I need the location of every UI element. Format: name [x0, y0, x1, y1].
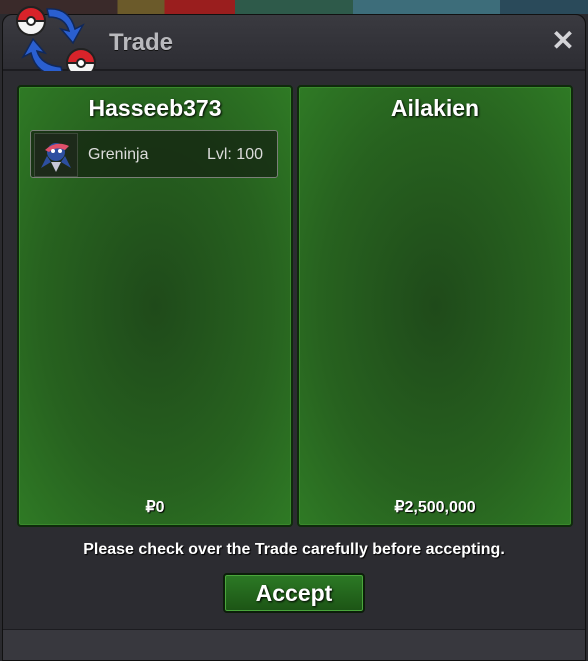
close-button[interactable]: ✕: [549, 27, 577, 55]
right-money: ₽2,500,000: [394, 499, 476, 516]
trade-logo-icon: [15, 6, 97, 78]
right-trade-panel: Ailakien ₽2,500,000: [297, 85, 573, 527]
left-player-name: Hasseeb373: [88, 95, 222, 121]
item-name: Greninja: [88, 146, 149, 163]
trade-item-slot[interactable]: Greninja Lvl: 100: [30, 130, 278, 178]
trade-notice: Please check over the Trade carefully be…: [83, 541, 505, 558]
left-trade-panel: Hasseeb373 Greninja Lvl: 100 ₽0: [17, 85, 293, 527]
right-player-name: Ailakien: [390, 95, 480, 121]
window-footer: [3, 629, 585, 660]
window-title: Trade: [109, 29, 174, 56]
left-money: ₽0: [145, 499, 165, 516]
greninja-sprite-icon: [34, 133, 78, 177]
accept-button[interactable]: Accept: [223, 573, 365, 613]
trade-body: Hasseeb373 Greninja Lvl: 100 ₽0 Ailakien…: [3, 71, 585, 631]
trade-window: Trade ✕ Hasseeb373 Greninja Lvl: 100 ₽0 …: [2, 6, 586, 661]
item-level: Lvl: 100: [206, 146, 263, 163]
